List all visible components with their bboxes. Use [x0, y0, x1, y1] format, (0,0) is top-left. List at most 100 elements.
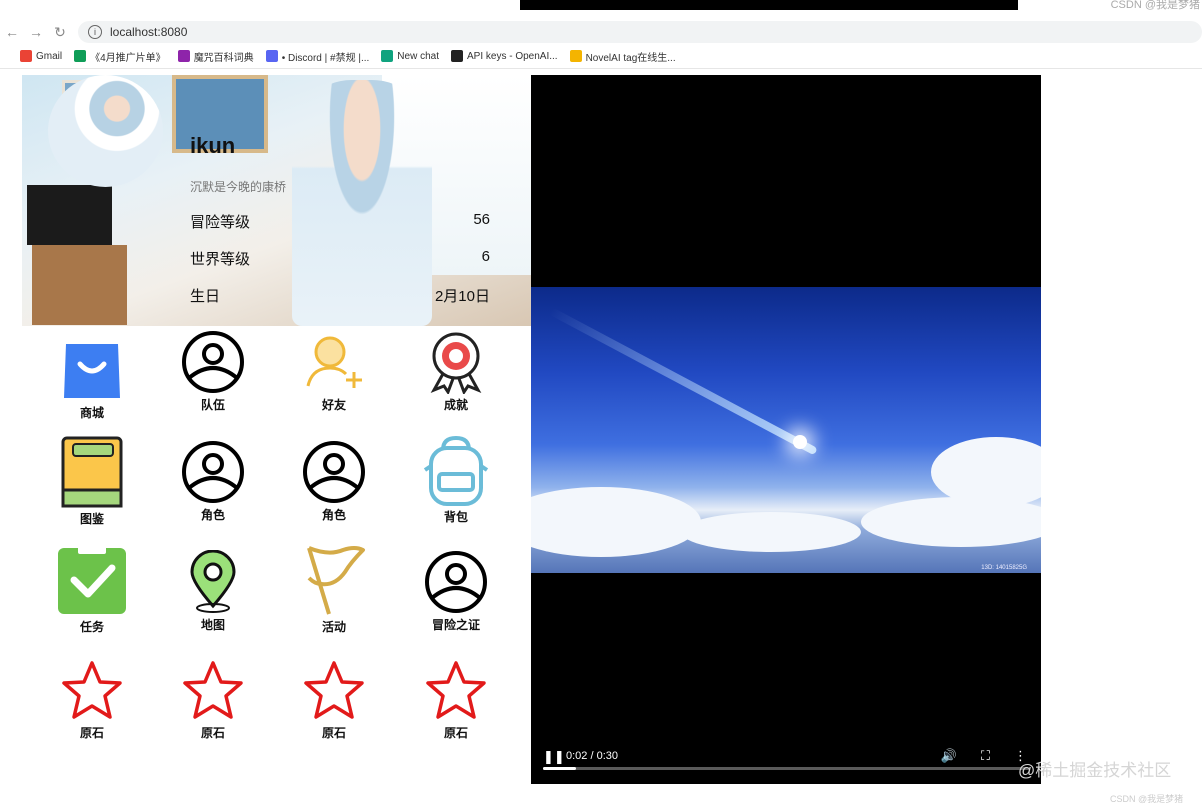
cloud	[681, 512, 861, 552]
menu-item-friends[interactable]: 好友	[284, 330, 384, 413]
background-tv	[27, 185, 112, 245]
bookmark-item[interactable]: 魔咒百科词典	[177, 49, 254, 64]
bookmark-item[interactable]: Gmail	[20, 50, 62, 62]
menu-item-label: 原石	[200, 726, 225, 740]
back-arrow-icon[interactable]: ←	[0, 24, 24, 40]
menu-item-label: 任务	[79, 620, 104, 634]
menu-item-label: 角色	[200, 508, 225, 522]
stat-label: 世界等级	[190, 251, 251, 268]
user-circle-icon	[182, 441, 244, 503]
top-black-strip	[520, 0, 1018, 10]
menu-item-label: 角色	[321, 508, 346, 522]
video-time: 0:02 / 0:30	[566, 750, 618, 762]
video-progress-fill	[543, 767, 576, 770]
url-field[interactable]: i localhost:8080	[78, 21, 1202, 43]
menu-item-primogem-3[interactable]: 原石	[284, 660, 384, 741]
avatar[interactable]	[48, 75, 163, 187]
menu-item-label: 原石	[321, 726, 346, 740]
bookmark-favicon-icon	[20, 50, 32, 62]
star-icon	[426, 661, 486, 719]
address-bar: ← → ↻ i localhost:8080	[0, 20, 1202, 44]
bookmark-label: API keys - OpenAI...	[466, 50, 558, 62]
menu-item-backpack[interactable]: 背包	[406, 436, 506, 525]
bookmark-item[interactable]: API keys - OpenAI...	[450, 50, 558, 62]
menu-item-label: 活动	[321, 620, 346, 634]
reload-icon[interactable]: ↻	[48, 24, 72, 41]
task-check-icon	[58, 546, 126, 614]
cloud	[861, 497, 1041, 547]
video-player[interactable]: 13D: 14015825G ❚❚ 0:02 / 0:30 🔊 ⛶ ⋮	[531, 75, 1041, 784]
star-icon	[304, 661, 364, 719]
signature: 沉默是今晚的康桥	[190, 180, 287, 194]
bookmark-label: 《4月推广片单》	[90, 52, 166, 64]
username: ikun	[190, 133, 236, 158]
menu-item-primogem[interactable]: 原石	[42, 660, 142, 741]
stat-value: 6	[481, 248, 490, 265]
bookmark-item[interactable]: 《4月推广片单》	[74, 49, 166, 64]
menu-item-achievements[interactable]: 成就	[406, 330, 506, 413]
footer-watermark: CSDN @我是梦猪	[1110, 794, 1184, 804]
pause-icon[interactable]: ❚❚	[543, 749, 565, 765]
bookmark-label: • Discord | #禁规 |...	[281, 52, 370, 64]
menu-item-primogem-4[interactable]: 原石	[406, 660, 506, 741]
menu-item-label: 地图	[200, 618, 225, 632]
bookmark-label: NovelAI tag在线生...	[585, 52, 676, 64]
video-progress-bar[interactable]	[543, 767, 1029, 770]
menu-item-adventurer-handbook[interactable]: 冒险之证	[406, 550, 506, 633]
comet-trail	[549, 307, 818, 456]
forward-arrow-icon[interactable]: →	[24, 24, 48, 40]
bookmark-favicon-icon	[265, 50, 278, 62]
menu-item-label: 好友	[321, 398, 346, 412]
menu-item-label: 原石	[79, 726, 104, 740]
menu-item-label: 商城	[79, 406, 104, 420]
user-circle-icon	[182, 331, 244, 393]
backpack-icon	[423, 436, 489, 506]
menu-item-character[interactable]: 角色	[163, 440, 263, 523]
bookmark-item[interactable]: • Discord | #禁规 |...	[265, 49, 370, 64]
menu-item-label: 冒险之证	[431, 618, 480, 632]
fullscreen-icon[interactable]: ⛶	[981, 748, 990, 764]
map-pin-icon	[190, 550, 236, 613]
volume-icon[interactable]: 🔊	[941, 748, 957, 764]
medal-icon	[430, 332, 482, 394]
menu-item-label: 原石	[443, 726, 468, 740]
info-icon[interactable]: i	[88, 25, 102, 39]
stat-label: 冒险等级	[190, 214, 251, 231]
menu-item-team[interactable]: 队伍	[163, 330, 263, 413]
background-shelf	[32, 245, 127, 325]
profile-card: ikun 沉默是今晚的康桥 冒险等级 56 世界等级 6 生日 2月10日	[22, 75, 531, 326]
menu-grid: 商城 队伍 好友 成就 图鉴 角色 角色 背包 任务 地图 活动 冒险之证 原石…	[22, 326, 531, 776]
bookmark-favicon-icon	[381, 50, 394, 62]
bookmark-favicon-icon	[177, 50, 190, 62]
bookmark-label: New chat	[397, 50, 439, 62]
menu-item-label: 队伍	[200, 398, 225, 412]
video-frame: 13D: 14015825G	[531, 287, 1041, 573]
stat-value: 56	[473, 211, 490, 228]
menu-item-map[interactable]: 地图	[163, 550, 263, 633]
character-illustration	[292, 80, 432, 326]
chrome-divider	[0, 68, 1202, 69]
comet-head	[793, 435, 807, 449]
shop-bag-icon	[64, 344, 120, 398]
star-icon	[183, 661, 243, 719]
stat-label: 生日	[190, 288, 221, 305]
menu-item-quests[interactable]: 任务	[42, 546, 142, 635]
star-icon	[62, 661, 122, 719]
menu-item-shop[interactable]: 商城	[42, 340, 142, 421]
video-controls: ❚❚ 0:02 / 0:30 🔊 ⛶ ⋮	[531, 740, 1041, 784]
menu-item-character-2[interactable]: 角色	[284, 440, 384, 523]
bookmark-item[interactable]: NovelAI tag在线生...	[569, 49, 676, 64]
menu-item-events[interactable]: 活动	[284, 544, 384, 635]
menu-item-codex[interactable]: 图鉴	[42, 436, 142, 527]
bookmark-item[interactable]: New chat	[381, 50, 439, 62]
bookmark-favicon-icon	[74, 50, 87, 62]
menu-item-primogem-2[interactable]: 原石	[163, 660, 263, 741]
url-text: localhost:8080	[110, 25, 188, 39]
frame-caption: 13D: 14015825G	[981, 565, 1027, 571]
bookmark-favicon-icon	[569, 50, 582, 62]
user-circle-icon	[425, 551, 487, 613]
menu-item-label: 背包	[443, 510, 468, 524]
menu-item-label: 图鉴	[79, 512, 104, 526]
cloud	[531, 487, 701, 557]
add-friend-icon	[306, 336, 362, 388]
